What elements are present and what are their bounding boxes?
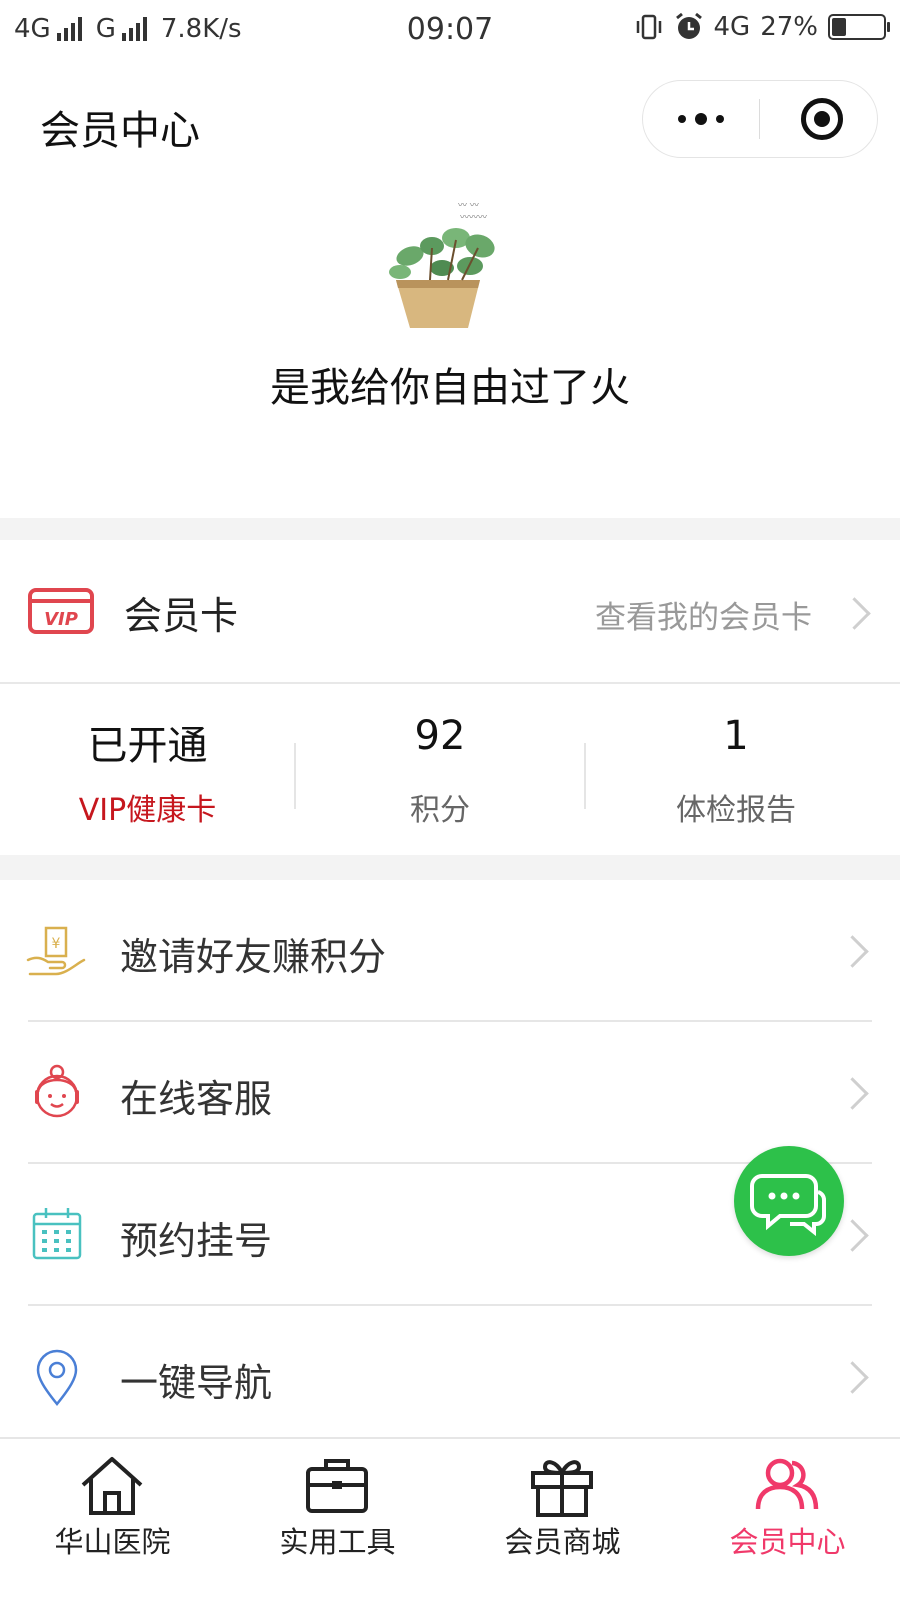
- tab-label: 会员中心: [729, 1525, 846, 1559]
- user-nickname: 是我给你自由过了火: [270, 365, 630, 411]
- chevron-right-icon: [836, 935, 869, 968]
- view-member-card-link[interactable]: 查看我的会员卡: [595, 592, 812, 637]
- member-stats: 已开通 VIP健康卡 92 积分 1 体检报告: [0, 685, 900, 855]
- briefcase-icon: [306, 1459, 368, 1513]
- menu-item-invite[interactable]: ¥ 邀请好友赚积分: [0, 880, 900, 1022]
- tab-label: 会员商城: [504, 1525, 621, 1559]
- tab-member-center[interactable]: 会员中心: [675, 1439, 900, 1602]
- svg-text:¥: ¥: [52, 936, 61, 952]
- customer-service-icon: [35, 1064, 79, 1118]
- miniprogram-capsule: [642, 80, 878, 158]
- stat-vip-card[interactable]: 已开通 VIP健康卡: [0, 685, 295, 855]
- chevron-right-icon: [836, 1077, 869, 1110]
- stat-label: 体检报告: [676, 793, 796, 828]
- users-icon: [755, 1458, 819, 1510]
- status-right: 4G 27%: [634, 12, 890, 42]
- stat-checkup-reports[interactable]: 1 体检报告: [586, 685, 886, 855]
- status-bar: 4G G 7.8K/s 09:07 4G 27%: [0, 0, 900, 60]
- avatar[interactable]: 〰 〰 〰〰〰: [370, 188, 520, 338]
- vip-card-icon: VIP: [28, 588, 94, 634]
- tab-tools[interactable]: 实用工具: [225, 1439, 450, 1602]
- close-miniprogram-icon[interactable]: [801, 98, 843, 140]
- stat-label: VIP健康卡: [78, 793, 217, 828]
- navbar: 会员中心: [0, 70, 900, 170]
- capsule-divider: [759, 99, 760, 139]
- stat-value: 1: [723, 713, 749, 759]
- tab-mall[interactable]: 会员商城: [450, 1439, 675, 1602]
- vibrate-icon: [636, 14, 661, 40]
- menu-item-customer-service[interactable]: 在线客服: [0, 1022, 900, 1164]
- battery-percent: 27%: [760, 12, 818, 42]
- tab-label: 华山医院: [54, 1525, 171, 1559]
- battery-fill: [832, 18, 846, 36]
- svg-text:〰 〰: 〰 〰: [458, 201, 479, 211]
- invite-hand-coin-icon: ¥: [26, 926, 86, 976]
- battery-icon: [828, 14, 890, 40]
- tab-hospital[interactable]: 华山医院: [0, 1439, 225, 1602]
- calendar-icon: [32, 1208, 82, 1260]
- menu-item-label: 在线客服: [120, 1077, 273, 1121]
- stat-label: 积分: [410, 793, 470, 828]
- chat-bubble-icon: [750, 1174, 826, 1237]
- member-card-label: 会员卡: [124, 594, 239, 638]
- stat-points[interactable]: 92 积分: [296, 685, 584, 855]
- menu-item-navigation[interactable]: 一键导航: [0, 1306, 900, 1448]
- tab-bar: 华山医院 实用工具 会员商城 会员中心: [0, 1437, 900, 1602]
- chat-float-button[interactable]: [734, 1146, 844, 1256]
- stat-value: 已开通: [87, 723, 208, 769]
- gift-icon: [531, 1460, 593, 1517]
- svg-text:〰〰〰: 〰〰〰: [460, 213, 487, 223]
- more-menu-icon[interactable]: [643, 81, 759, 157]
- tab-label: 实用工具: [279, 1525, 396, 1559]
- location-pin-icon: [36, 1349, 78, 1406]
- stat-value: 92: [414, 713, 466, 759]
- page-title: 会员中心: [40, 108, 200, 154]
- home-icon: [81, 1457, 143, 1515]
- section-gap: [0, 855, 900, 880]
- alarm-icon: [675, 12, 702, 39]
- divider: [0, 682, 900, 684]
- section-gap: [0, 518, 900, 540]
- menu-item-label: 预约挂号: [120, 1219, 273, 1263]
- vip-card-icon-text: VIP: [44, 609, 78, 630]
- menu-item-label: 邀请好友赚积分: [120, 935, 387, 979]
- menu-item-label: 一键导航: [120, 1361, 273, 1405]
- network-type-3: 4G: [713, 12, 751, 42]
- chevron-right-icon: [836, 1361, 869, 1394]
